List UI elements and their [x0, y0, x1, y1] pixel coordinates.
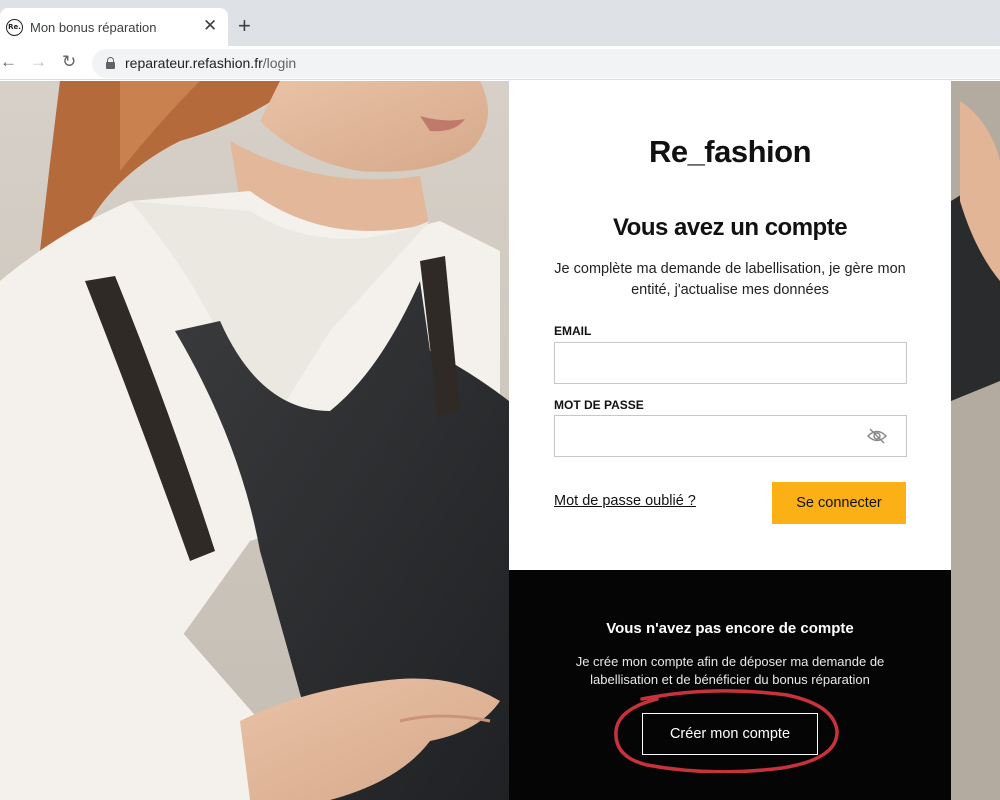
forgot-password-link[interactable]: Mot de passe oublié ? — [554, 493, 696, 509]
new-tab-button[interactable]: + — [238, 14, 251, 38]
email-label: EMAIL — [554, 324, 592, 338]
email-field[interactable] — [554, 342, 907, 384]
password-field[interactable] — [554, 415, 907, 457]
login-subtitle: Je complète ma demande de labellisation,… — [554, 261, 906, 298]
reload-icon[interactable]: ↻ — [62, 51, 76, 73]
browser-tab-strip: Re. Mon bonus réparation ✕ + — [0, 0, 1000, 46]
close-tab-icon[interactable]: ✕ — [203, 16, 217, 36]
browser-tab[interactable]: Re. Mon bonus réparation ✕ — [0, 8, 228, 46]
refashion-favicon-icon: Re. — [6, 19, 23, 36]
password-label: MOT DE PASSE — [554, 398, 644, 412]
signup-subtitle: Je crée mon compte afin de déposer ma de… — [575, 654, 885, 687]
hide-password-eye-icon[interactable] — [867, 428, 887, 444]
url-path: /login — [262, 55, 297, 71]
back-arrow-icon[interactable]: ← — [0, 51, 17, 73]
login-page: Re_fashion Vous avez un compte Je complè… — [0, 81, 1000, 800]
url-domain: reparateur.refashion.fr — [125, 55, 263, 71]
url-text[interactable]: reparateur.refashion.fr/login — [125, 55, 296, 71]
lock-icon[interactable] — [106, 57, 115, 69]
login-button[interactable]: Se connecter — [772, 482, 906, 524]
signup-title: Vous n'avez pas encore de compte — [606, 620, 854, 637]
signup-card: Vous n'avez pas encore de compte Je crée… — [509, 570, 951, 800]
refashion-logo[interactable]: Re_fashion — [509, 134, 951, 170]
forward-arrow-icon[interactable]: → — [30, 51, 47, 73]
login-card: Re_fashion Vous avez un compte Je complè… — [509, 81, 951, 570]
address-bar[interactable]: reparateur.refashion.fr/login — [92, 49, 1000, 78]
browser-toolbar: ← → ↻ reparateur.refashion.fr/login — [0, 46, 1000, 80]
login-title: Vous avez un compte — [612, 214, 848, 241]
create-account-button[interactable]: Créer mon compte — [642, 713, 818, 755]
tab-title: Mon bonus réparation — [30, 20, 157, 35]
